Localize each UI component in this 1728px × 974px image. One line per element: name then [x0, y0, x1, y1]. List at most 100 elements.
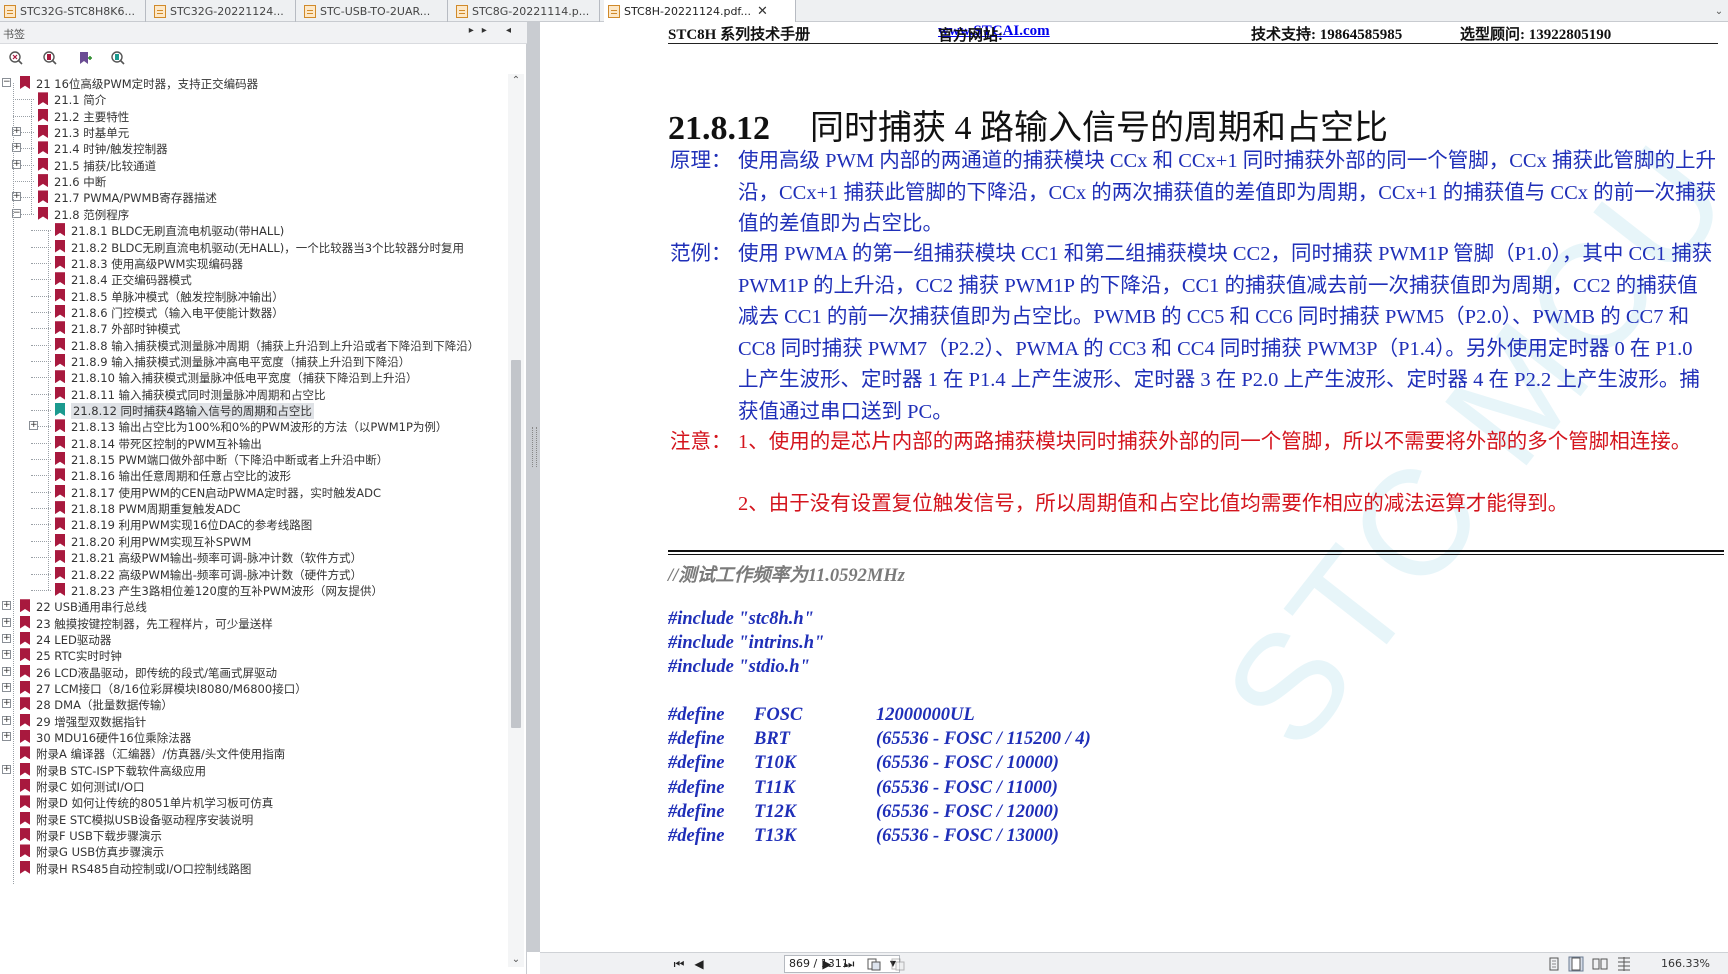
bookmark-item[interactable]: 21.1 简介 [0, 90, 508, 108]
tab-stc32g-stc8h8k6[interactable]: STC32G-STC8H8K6... [0, 0, 146, 22]
two-page-view-icon[interactable] [1592, 956, 1608, 972]
tab-stc8h-20221124[interactable]: STC8H-20221124.pdf... ✕ [604, 0, 796, 22]
bookmark-item[interactable]: 21.8.2 BLDC无刷直流电机驱动(无HALL)，一个比较器当3个比较器分时… [0, 238, 508, 256]
bookmark-item[interactable]: 21.8.8 输入捕获模式测量脉冲周期（捕获上升沿到上升沿或者下降沿到下降沿） [0, 336, 508, 354]
expand-icon[interactable]: + [29, 421, 38, 431]
bookmark-item[interactable]: −21.8 范例程序 [0, 205, 508, 223]
expand-icon[interactable]: + [2, 617, 11, 627]
bookmark-item[interactable]: +22 USB通用串行总线 [0, 597, 508, 615]
previous-page-icon[interactable]: ◀ [690, 955, 708, 973]
bookmark-icon [20, 648, 30, 662]
bookmark-item[interactable]: +28 DMA（批量数据传输） [0, 695, 508, 713]
expand-icon[interactable]: + [2, 715, 11, 725]
example-tag: 范例： [670, 243, 732, 265]
principle-text: 使用高级 PWM 内部的两通道的捕获模块 CCx 和 CCx+1 同时捕获外部的… [738, 150, 1717, 235]
find-bookmark-icon[interactable] [42, 50, 58, 66]
expand-bookmark-icon[interactable] [8, 50, 24, 66]
bookmark-item[interactable]: +21.4 时钟/触发控制器 [0, 139, 508, 157]
bookmark-item[interactable]: 21.8.10 输入捕获模式测量脉冲低电平宽度（捕获下降沿到上升沿） [0, 368, 508, 386]
bookmark-item[interactable]: 21.2 主要特性 [0, 107, 508, 125]
bookmark-item[interactable]: +23 触摸按键控制器，先工程样片，可少量送样 [0, 614, 508, 632]
bookmark-item[interactable]: −21 16位高级PWM定时器，支持正交编码器 [0, 74, 508, 92]
bookmark-item[interactable]: +24 LED驱动器 [0, 630, 508, 648]
expand-icon[interactable]: + [2, 633, 11, 643]
bookmark-item[interactable]: 附录E STC模拟USB设备驱动程序安装说明 [0, 810, 508, 828]
bookmark-icon [55, 386, 65, 400]
single-page-view-icon[interactable] [1546, 956, 1562, 972]
expand-icon[interactable]: + [2, 732, 11, 741]
bookmark-item[interactable]: +29 增强型双数据指针 [0, 712, 508, 730]
collapse-icon[interactable]: − [2, 78, 11, 87]
bookmark-item[interactable]: 21.8.7 外部时钟模式 [0, 319, 508, 337]
pdf-file-icon [608, 4, 620, 18]
bookmark-item[interactable]: 附录F USB下载步骤演示 [0, 826, 508, 844]
panel-splitter[interactable] [527, 22, 540, 952]
bookmark-item[interactable]: +25 RTC实时时钟 [0, 646, 508, 664]
bookmark-item[interactable]: +26 LCD液晶驱动，即传统的段式/笔画式屏驱动 [0, 663, 508, 681]
note-item-2: 2、由于没有设置复位触发信号，所以周期值和占空比值均需要作相应的减法运算才能得到… [738, 493, 1569, 515]
bookmark-item[interactable]: 21.8.4 正交编码器模式 [0, 270, 508, 288]
bookmark-item[interactable]: 21.8.14 带死区控制的PWM互补输出 [0, 434, 508, 452]
expand-icon[interactable]: + [2, 601, 11, 611]
bookmark-item[interactable]: 附录A 编译器（汇编器）/仿真器/头文件使用指南 [0, 744, 508, 762]
add-bookmark-icon[interactable] [77, 50, 93, 66]
next-view-icon[interactable] [890, 956, 906, 972]
bookmark-item[interactable]: 附录G USB仿真步骤演示 [0, 842, 508, 860]
expand-icon[interactable]: + [2, 764, 11, 774]
bookmark-item[interactable]: 21.8.5 单脉冲模式（触发控制脉冲输出） [0, 287, 508, 305]
bookmark-item[interactable]: 21.8.17 使用PWM的CEN启动PWMA定时器，实时触发ADC [0, 483, 508, 501]
scrollbar-thumb[interactable] [511, 360, 521, 728]
bookmark-item[interactable]: + 附录B STC-ISP下载软件高级应用 [0, 761, 508, 779]
bookmark-item[interactable]: 21.8.19 利用PWM实现16位DAC的参考线路图 [0, 515, 508, 533]
bookmark-item[interactable]: 21.8.15 PWM端口做外部中断（下降沿中断或者上升沿中断） [0, 450, 508, 468]
continuous-view-icon[interactable] [1568, 956, 1584, 972]
scroll-up-arrow-icon[interactable]: ⌃ [511, 76, 521, 86]
bookmark-tree-scrollbar[interactable]: ⌃ ⌄ [508, 74, 524, 967]
principle-tag: 原理： [670, 150, 732, 172]
bookmark-item[interactable]: 21.8.20 利用PWM实现互补SPWM [0, 532, 508, 550]
bookmark-item[interactable]: 21.8.12 同时捕获4路输入信号的周期和占空比 [0, 401, 508, 419]
zoom-level[interactable]: 166.33% [1661, 957, 1710, 970]
bookmark-item[interactable]: 21.8.3 使用高级PWM实现编码器 [0, 254, 508, 272]
bookmark-item[interactable]: +27 LCM接口（8/16位彩屏模块I8080/M6800接口） [0, 679, 508, 697]
bookmark-item[interactable]: +21.8.13 输出占空比为100%和0%的PWM波形的方法（以PWM1P为例… [0, 417, 508, 435]
bookmark-item[interactable]: 21.8.16 输出任意周期和任意占空比的波形 [0, 466, 508, 484]
bookmark-item[interactable]: 21.6 中断 [0, 172, 508, 190]
bookmark-item[interactable]: 21.8.11 输入捕获模式同时测量脉冲周期和占空比 [0, 385, 508, 403]
expand-icon[interactable]: + [2, 682, 11, 692]
bookmark-options-icon[interactable] [110, 50, 126, 66]
bookmark-item[interactable]: 21.8.21 高级PWM输出-频率可调-脉冲计数（软件方式） [0, 548, 508, 566]
bookmark-item[interactable]: 附录D 如何让传统的8051单片机学习板可仿真 [0, 793, 508, 811]
bookmark-icon [38, 174, 48, 188]
tab-stc8g-20221114[interactable]: STC8G-20221114.p... [452, 0, 600, 22]
bookmark-item[interactable]: 21.8.23 产生3路相位差120度的互补PWM波形（网友提供） [0, 581, 508, 599]
panel-collapse-controls[interactable]: ▸▸ ◂ [469, 25, 519, 36]
close-tab-icon[interactable]: ✕ [757, 4, 768, 19]
expand-icon[interactable]: + [2, 666, 11, 676]
bookmark-item[interactable]: 21.8.9 输入捕获模式测量脉冲高电平宽度（捕获上升沿到下降沿） [0, 352, 508, 370]
tab-overflow-chevron-icon[interactable]: ⌄ [1710, 0, 1728, 22]
bookmark-item[interactable]: +21.3 时基单元 [0, 123, 508, 141]
first-page-icon[interactable]: ⏮ [670, 955, 688, 973]
bookmark-item[interactable]: +21.7 PWMA/PWMB寄存器描述 [0, 188, 508, 206]
bookmark-item[interactable]: 21.8.6 门控模式（输入电平使能计数器） [0, 303, 508, 321]
bookmark-item[interactable]: 附录C 如何测试I/O口 [0, 777, 508, 795]
bookmark-item[interactable]: 21.8.22 高级PWM输出-频率可调-脉冲计数（硬件方式） [0, 565, 508, 583]
tab-stc-usb-to-2uart[interactable]: STC-USB-TO-2UAR... [300, 0, 448, 22]
expand-icon[interactable]: + [2, 650, 11, 660]
code-comment: //测试工作频率为11.0592MHz [668, 566, 905, 586]
define-kw: #define [668, 753, 725, 774]
expand-icon[interactable]: + [2, 699, 11, 709]
bookmark-item[interactable]: +30 MDU16硬件16位乘除法器 [0, 728, 508, 746]
scroll-down-arrow-icon[interactable]: ⌄ [511, 955, 521, 965]
bookmark-item[interactable]: 21.8.18 PWM周期重复触发ADC [0, 499, 508, 517]
bookmark-item[interactable]: 附录H RS485自动控制或I/O口控制线路图 [0, 859, 508, 877]
bookmark-item[interactable]: +21.5 捕获/比较通道 [0, 156, 508, 174]
previous-view-icon[interactable] [866, 956, 882, 972]
two-page-continuous-icon[interactable] [1616, 956, 1632, 972]
bookmark-icon [38, 190, 48, 204]
last-page-icon[interactable]: ⏭ [840, 955, 858, 973]
bookmark-item[interactable]: 21.8.1 BLDC无刷直流电机驱动(带HALL) [0, 221, 508, 239]
tab-stc32g-20221124[interactable]: STC32G-20221124... [150, 0, 296, 22]
next-page-icon[interactable]: ▶ [818, 955, 836, 973]
